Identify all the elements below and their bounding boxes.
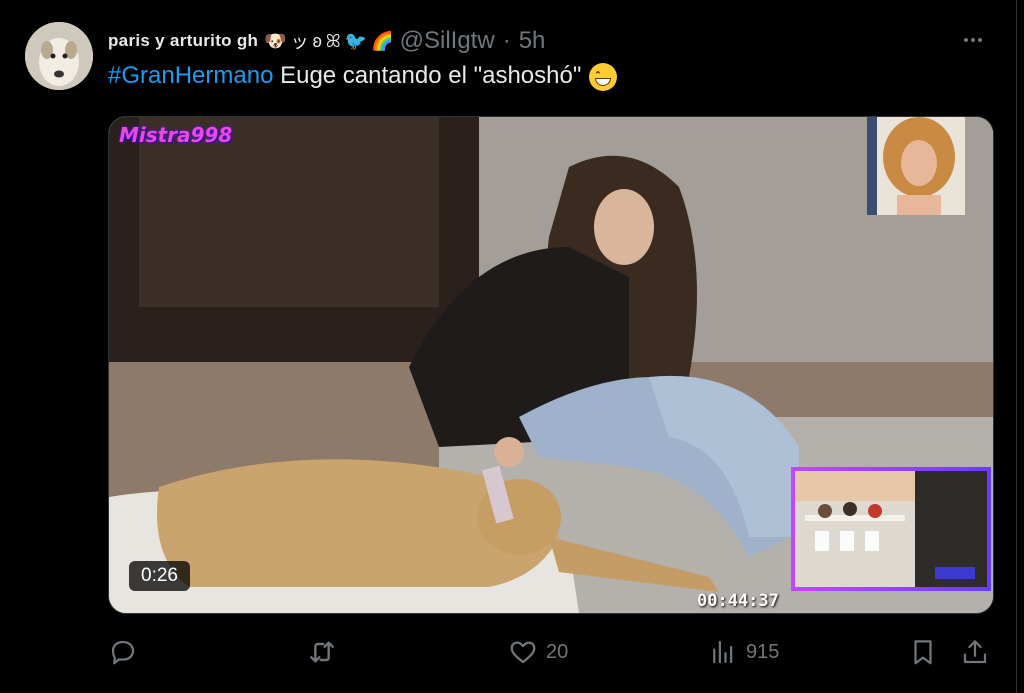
- timestamp[interactable]: 5h: [519, 27, 546, 55]
- tweet-actions-bar: 20 915: [108, 630, 992, 674]
- more-icon[interactable]: [958, 28, 988, 52]
- views-icon: [713, 640, 733, 664]
- like-icon: [510, 641, 536, 664]
- grinning-face-emoji-icon: [589, 63, 618, 91]
- share-button[interactable]: [960, 630, 990, 674]
- views-count: 915: [746, 640, 780, 663]
- heart-symbol-icon: ʚ: [312, 30, 322, 51]
- bookmark-button[interactable]: [908, 630, 938, 674]
- video-watermark: Mistra998: [119, 123, 233, 147]
- video-player[interactable]: Mistra998 00:44:37 0:26: [108, 116, 994, 614]
- retweet-button[interactable]: [306, 630, 346, 674]
- video-duration-badge: 0:26: [129, 561, 190, 591]
- retweet-icon: [310, 641, 334, 663]
- like-count: 20: [546, 640, 569, 663]
- rainbow-emoji-icon: 🌈: [371, 30, 394, 51]
- inset-house-camera: [791, 467, 991, 591]
- tweet[interactable]: paris y arturito gh 🐶 ッ ʚ ꕤ 🐦 🌈 @SilIgtw…: [0, 0, 1017, 693]
- video-timecode: 00:44:37: [697, 591, 779, 611]
- tweet-header: paris y arturito gh 🐶 ッ ʚ ꕤ 🐦 🌈 @SilIgtw…: [108, 24, 976, 58]
- smiley-symbol-icon: ッ: [290, 32, 309, 52]
- like-button[interactable]: 20: [508, 630, 568, 674]
- flower-symbol-icon: ꕤ: [325, 30, 341, 51]
- tweet-text: #GranHermano Euge cantando el "ashoshó": [108, 62, 618, 91]
- handle[interactable]: @SilIgtw: [400, 27, 495, 55]
- tweet-body: Euge cantando el "ashoshó": [273, 62, 582, 89]
- name-emojis: 🐶 ッ ʚ ꕤ 🐦 🌈: [264, 28, 393, 54]
- dog-emoji-icon: 🐶: [264, 30, 287, 51]
- separator-dot: ·: [502, 27, 511, 54]
- bookmark-icon: [914, 640, 932, 665]
- bird-emoji-icon: 🐦: [344, 30, 368, 51]
- hashtag-link[interactable]: #GranHermano: [108, 62, 273, 90]
- display-name[interactable]: paris y arturito gh: [108, 31, 258, 51]
- reply-button[interactable]: [108, 630, 146, 674]
- reply-icon: [111, 640, 135, 665]
- share-icon: [963, 640, 987, 664]
- inset-face-camera: [867, 117, 965, 215]
- avatar[interactable]: [25, 22, 93, 90]
- views-button[interactable]: 915: [708, 630, 779, 674]
